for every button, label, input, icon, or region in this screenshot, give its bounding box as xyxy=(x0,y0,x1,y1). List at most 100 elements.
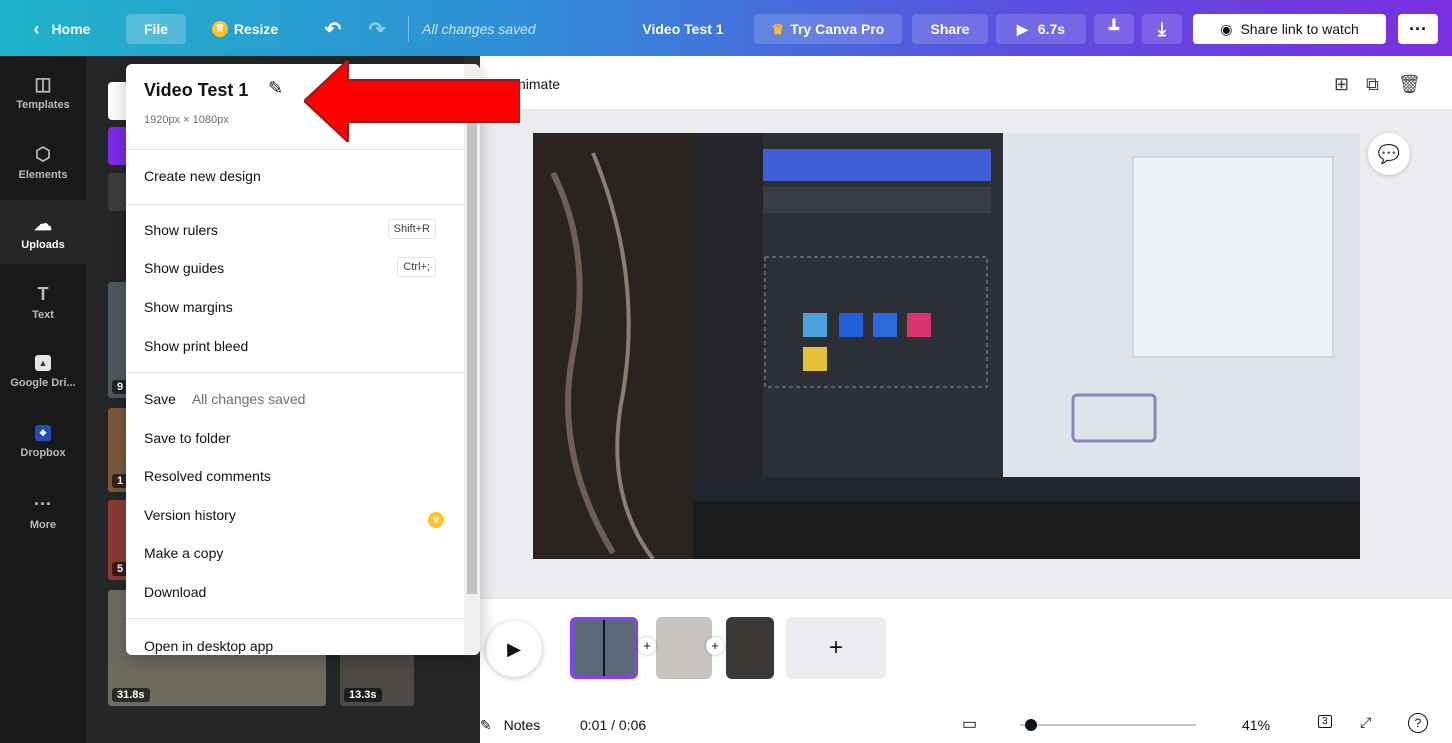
rail-item-templates[interactable]: ◫ Templates xyxy=(0,60,86,124)
menu-divider xyxy=(126,372,464,373)
red-arrow-annotation xyxy=(304,60,520,142)
eye-icon: ◉ xyxy=(1220,20,1233,37)
trash-icon[interactable]: 🗑 xyxy=(1398,74,1421,95)
editor-toolbar: nimate ⊞ ⧉ 🗑 xyxy=(480,56,1452,110)
save-status: All changes saved xyxy=(422,21,536,37)
elements-icon: ⬡ xyxy=(35,143,51,164)
rail-item-uploads[interactable]: ☁ Uploads xyxy=(0,200,86,264)
undo-icon: ↶ xyxy=(324,18,342,41)
google-drive-icon: ▲ xyxy=(35,355,51,371)
download-item[interactable]: Download xyxy=(144,584,206,600)
rail-label: Google Dri... xyxy=(10,377,76,389)
share-button[interactable]: Share xyxy=(912,14,988,44)
text-icon: T xyxy=(37,283,49,304)
undo-button[interactable]: ↶ xyxy=(318,14,348,44)
show-rulers-item[interactable]: Show rulers Shift+R xyxy=(144,219,464,239)
more-options-button[interactable]: ··· xyxy=(1398,14,1438,44)
notes-button[interactable]: ✎ Notes xyxy=(480,717,540,734)
open-in-desktop-app-item[interactable]: Open in desktop app xyxy=(144,638,273,654)
menu-design-title[interactable]: Video Test 1 xyxy=(144,80,248,101)
resize-button[interactable]: ♛ Resize xyxy=(200,14,290,44)
show-guides-label: Show guides xyxy=(144,260,225,276)
rail-item-elements[interactable]: ⬡ Elements xyxy=(0,130,86,194)
share-link-button[interactable]: ◉ Share link to watch xyxy=(1193,14,1386,44)
menu-scrollbar[interactable] xyxy=(464,64,480,655)
save-to-folder-item[interactable]: Save to folder xyxy=(144,430,230,446)
share-link-label: Share link to watch xyxy=(1240,21,1359,37)
page-count-icon[interactable]: 3 xyxy=(1318,715,1332,728)
zoom-slider[interactable] xyxy=(1020,724,1196,726)
zoom-slider-knob[interactable] xyxy=(1025,719,1037,731)
add-comment-button[interactable]: 💬 xyxy=(1368,133,1410,175)
show-guides-item[interactable]: Show guides Ctrl+; xyxy=(144,257,464,277)
version-history-item[interactable]: Version history xyxy=(144,507,236,523)
try-canva-pro-button[interactable]: ♛ Try Canva Pro xyxy=(754,14,902,44)
save-label: Save xyxy=(144,391,176,407)
rail-item-dropbox[interactable]: ❖ Dropbox xyxy=(0,410,86,474)
menu-divider xyxy=(126,149,464,150)
timeline: ▶ + + + xyxy=(480,598,1452,708)
uploads-icon: ☁ xyxy=(34,213,52,234)
dropbox-icon: ❖ xyxy=(35,425,51,441)
rail-item-more[interactable]: ··· More xyxy=(0,480,86,544)
zoom-level[interactable]: 41% xyxy=(1242,717,1270,733)
play-button[interactable]: ▶ 6.7s xyxy=(996,14,1086,44)
home-label: Home xyxy=(51,21,91,37)
timeline-clip[interactable] xyxy=(726,617,774,679)
comment-icon: 💬 xyxy=(1377,143,1401,164)
left-rail: ◫ Templates ⬡ Elements ☁ Uploads T Text … xyxy=(0,56,86,743)
home-button[interactable]: ‹ Home xyxy=(12,14,112,44)
add-page-icon[interactable]: ⊞ xyxy=(1334,74,1349,95)
insights-button[interactable]: ┻ xyxy=(1094,14,1134,44)
duration-badge: 13.3s xyxy=(344,688,382,702)
design-canvas[interactable] xyxy=(533,133,1360,559)
timeline-clip[interactable] xyxy=(570,617,638,679)
crown-icon: ♛ xyxy=(428,512,444,528)
duplicate-page-icon[interactable]: ⧉ xyxy=(1366,74,1379,95)
more-icon: ··· xyxy=(34,493,52,514)
show-margins-item[interactable]: Show margins xyxy=(144,299,233,315)
make-a-copy-item[interactable]: Make a copy xyxy=(144,545,223,561)
time-display: 0:01 / 0:06 xyxy=(580,717,647,733)
duration-badge: 31.8s xyxy=(112,688,150,702)
play-icon: ▶ xyxy=(1016,20,1028,37)
save-status: All changes saved xyxy=(191,391,306,407)
rail-item-text[interactable]: T Text xyxy=(0,270,86,334)
timeline-play-button[interactable]: ▶ xyxy=(486,621,542,677)
add-page-button[interactable]: + xyxy=(786,617,886,679)
resolved-comments-item[interactable]: Resolved comments xyxy=(144,468,271,484)
keyboard-shortcut: Shift+R xyxy=(387,219,436,239)
rail-label: Templates xyxy=(16,98,70,111)
bar-chart-icon: ┻ xyxy=(1109,21,1119,38)
crown-icon: ♛ xyxy=(211,21,228,37)
display-mode-icon[interactable]: ▭ xyxy=(962,714,977,734)
chevron-left-icon: ‹ xyxy=(33,18,40,39)
add-transition-button[interactable]: + xyxy=(706,637,724,655)
bottom-bar: ✎ Notes 0:01 / 0:06 ▭ 41% 3 ⤢ ? xyxy=(480,708,1452,743)
file-menu-button[interactable]: File xyxy=(126,14,186,44)
design-title[interactable]: Video Test 1 xyxy=(628,14,738,44)
fullscreen-icon[interactable]: ⤢ xyxy=(1360,714,1371,731)
pencil-icon[interactable]: ✎ xyxy=(268,78,283,99)
animate-button[interactable]: nimate xyxy=(518,76,560,92)
help-icon[interactable]: ? xyxy=(1408,713,1428,733)
video-frame-image xyxy=(533,133,1360,559)
rail-label: Text xyxy=(32,308,54,321)
download-button[interactable]: ⤓ xyxy=(1142,14,1182,44)
crown-icon: ♛ xyxy=(771,20,785,37)
duration-label: 6.7s xyxy=(1037,21,1066,37)
redo-button[interactable]: ↷ xyxy=(362,14,392,44)
rail-item-google-drive[interactable]: ▲ Google Dri... xyxy=(0,340,86,404)
toolbar-divider xyxy=(408,16,409,42)
add-transition-button[interactable]: + xyxy=(638,637,656,655)
rail-label: More xyxy=(29,518,57,531)
show-print-bleed-item[interactable]: Show print bleed xyxy=(144,338,248,354)
create-new-design-item[interactable]: Create new design xyxy=(144,168,261,184)
notes-label: Notes xyxy=(503,717,541,733)
rail-label: Elements xyxy=(18,168,68,181)
rail-label: Uploads xyxy=(21,238,65,251)
play-icon: ▶ xyxy=(507,638,521,659)
save-item[interactable]: Save All changes saved xyxy=(144,391,305,407)
keyboard-shortcut: Ctrl+; xyxy=(397,257,436,277)
timeline-clip[interactable] xyxy=(656,617,712,679)
